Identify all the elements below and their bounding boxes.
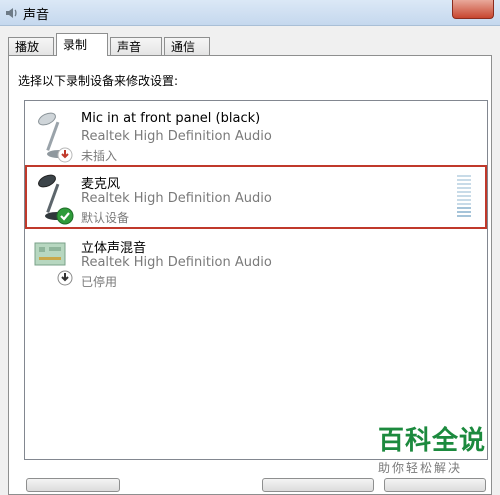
tab-sounds[interactable]: 声音 (110, 37, 162, 55)
tab-communications[interactable]: 通信 (164, 37, 210, 55)
configure-button[interactable] (26, 478, 120, 492)
set-default-button[interactable] (262, 478, 374, 492)
device-driver: Realtek High Definition Audio (81, 129, 272, 144)
tab-recording[interactable]: 录制 (56, 33, 108, 56)
close-button[interactable] (452, 0, 494, 19)
microphone-icon (38, 112, 73, 163)
instruction-text: 选择以下录制设备来修改设置: (18, 74, 179, 88)
device-name: Mic in at front panel (black) (81, 111, 261, 126)
device-name: 麦克风 (81, 177, 121, 192)
sound-card-icon (34, 242, 73, 286)
device-name: 立体声混音 (81, 241, 147, 256)
title-bar: 声音 (0, 0, 500, 26)
device-status: 未插入 (81, 149, 118, 163)
watermark-title: 百科全说 (378, 426, 487, 456)
speaker-icon (6, 8, 17, 18)
device-item-stereo-mix[interactable]: 立体声混音 Realtek High Definition Audio 已停用 (25, 229, 487, 293)
input-level-meter (457, 175, 471, 219)
device-driver: Realtek High Definition Audio (81, 191, 272, 206)
device-status: 默认设备 (81, 211, 130, 225)
device-status: 已停用 (81, 275, 118, 289)
unplugged-badge-icon (57, 147, 73, 163)
microphone-icon (38, 174, 74, 225)
recording-device-list[interactable]: Mic in at front panel (black) Realtek Hi… (24, 100, 488, 460)
properties-button[interactable] (384, 478, 486, 492)
watermark: 百科全说 助你轻松解决 (378, 420, 486, 476)
default-checkmark-icon (56, 207, 74, 225)
device-driver: Realtek High Definition Audio (81, 255, 272, 270)
window-title: 声音 (23, 8, 50, 23)
device-item-front-mic[interactable]: Mic in at front panel (black) Realtek Hi… (25, 103, 487, 167)
device-item-microphone[interactable]: 麦克风 Realtek High Definition Audio 默认设备 (25, 165, 487, 229)
tab-playback[interactable]: 播放 (8, 37, 54, 55)
disabled-down-arrow-icon (57, 270, 73, 286)
watermark-subtitle: 助你轻松解决 (378, 461, 463, 475)
